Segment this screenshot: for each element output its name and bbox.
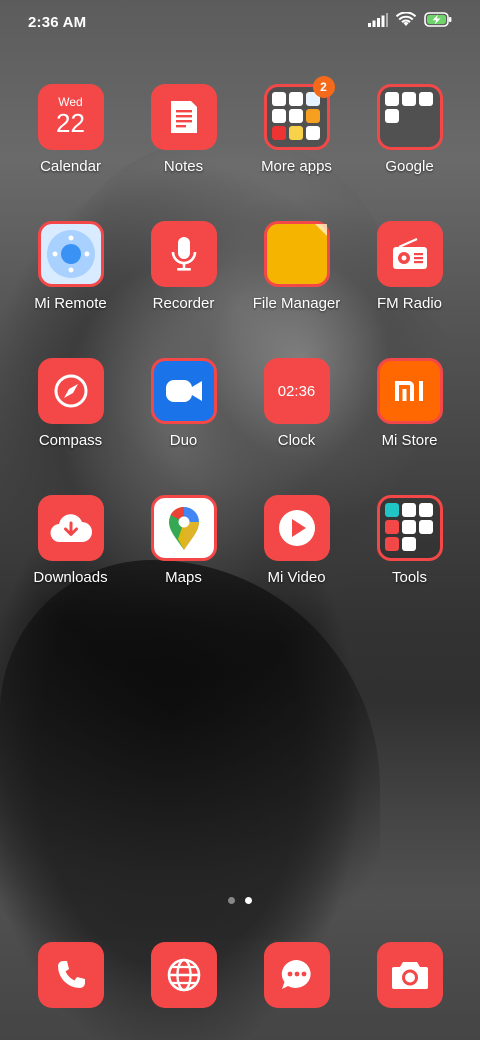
cloud-download-icon[interactable]: [37, 495, 104, 561]
app-maps[interactable]: Maps: [127, 495, 240, 625]
folder-google[interactable]: Google: [353, 84, 466, 214]
page-dot-active[interactable]: [245, 897, 252, 904]
folder-icon[interactable]: [376, 84, 443, 150]
app-label: Mi Video: [267, 569, 326, 586]
app-mini-icon: [271, 126, 286, 140]
app-label: Google: [385, 158, 434, 175]
folder-more-apps[interactable]: 2 More apps: [240, 76, 353, 214]
app-file-manager[interactable]: File Manager: [240, 221, 353, 351]
video-camera-icon[interactable]: [150, 358, 217, 424]
browser-icon[interactable]: [151, 942, 217, 1008]
mi-pay-icon: [305, 126, 320, 140]
app-label: Compass: [38, 432, 103, 449]
maps-pin-icon[interactable]: [150, 495, 217, 561]
app-label: Notes: [163, 158, 204, 175]
app-mini-icon: [288, 92, 303, 106]
folder-icon[interactable]: [376, 495, 443, 561]
app-calendar[interactable]: Wed 22 Calendar: [14, 84, 127, 214]
app-mi-remote[interactable]: Mi Remote: [14, 221, 127, 351]
radio-icon[interactable]: [376, 221, 443, 287]
page-dot[interactable]: [228, 897, 235, 904]
app-label: Tools: [391, 569, 428, 586]
app-duo[interactable]: Duo: [127, 358, 240, 488]
app-label: Recorder: [152, 295, 215, 312]
camera-icon[interactable]: [377, 942, 443, 1008]
messages-icon[interactable]: [264, 942, 330, 1008]
folder-icon[interactable]: 2: [263, 76, 335, 150]
mi-remote-icon[interactable]: [37, 221, 104, 287]
notification-badge: 2: [312, 76, 335, 98]
drive-icon: [418, 92, 433, 106]
app-mini-icon: [305, 109, 320, 123]
dock: [0, 942, 480, 1008]
app-label: FM Radio: [376, 295, 443, 312]
app-clock[interactable]: 02:36 Clock: [240, 358, 353, 488]
compass-icon[interactable]: [37, 358, 104, 424]
notes-icon[interactable]: [150, 84, 217, 150]
app-label: Maps: [165, 569, 202, 586]
app-downloads[interactable]: Downloads: [14, 495, 127, 625]
app-compass[interactable]: Compass: [14, 358, 127, 488]
wps-icon: [271, 92, 286, 106]
google-g-icon: [384, 92, 399, 106]
app-grid: Wed 22 Calendar Notes 2 More apps Google…: [0, 0, 480, 600]
app-mini-icon: [384, 537, 399, 551]
mi-logo-icon[interactable]: [376, 358, 443, 424]
chrome-icon: [401, 537, 416, 551]
app-mini-icon: [384, 503, 399, 517]
clock-time: 02:36: [277, 382, 316, 400]
app-label: File Manager: [252, 295, 341, 312]
app-mini-icon: [271, 109, 286, 123]
page-indicator: [0, 897, 480, 904]
app-label: Mi Store: [381, 432, 438, 449]
photos-icon: [384, 109, 399, 123]
microphone-icon[interactable]: [150, 221, 217, 287]
youtube-icon: [418, 520, 433, 534]
app-label: Downloads: [33, 569, 108, 586]
app-notes[interactable]: Notes: [127, 84, 240, 214]
folder-tools[interactable]: Tools: [353, 495, 466, 625]
gmail-icon: [401, 520, 416, 534]
phone-icon[interactable]: [38, 942, 104, 1008]
mi-credit-icon: [288, 109, 303, 123]
gmail-icon: [401, 92, 416, 106]
play-store-icon: [401, 503, 416, 517]
app-label: More apps: [261, 158, 332, 175]
app-mi-video[interactable]: Mi Video: [240, 495, 353, 625]
clock-icon[interactable]: 02:36: [263, 358, 330, 424]
calendar-icon[interactable]: Wed 22: [37, 84, 104, 150]
app-label: Calendar: [40, 158, 101, 175]
app-label: Duo: [169, 432, 198, 449]
play-movies-icon: [418, 503, 433, 517]
app-mini-icon: [288, 126, 303, 140]
play-icon[interactable]: [263, 495, 330, 561]
calendar-day: Wed: [58, 95, 83, 109]
folder-file-icon[interactable]: [263, 221, 330, 287]
app-label: Mi Remote: [34, 295, 107, 312]
app-mi-store[interactable]: Mi Store: [353, 358, 466, 488]
contacts-icon: [384, 520, 399, 534]
app-label: Clock: [277, 432, 316, 449]
app-recorder[interactable]: Recorder: [127, 221, 240, 351]
app-fm-radio[interactable]: FM Radio: [353, 221, 466, 351]
calendar-date: 22: [56, 108, 85, 138]
